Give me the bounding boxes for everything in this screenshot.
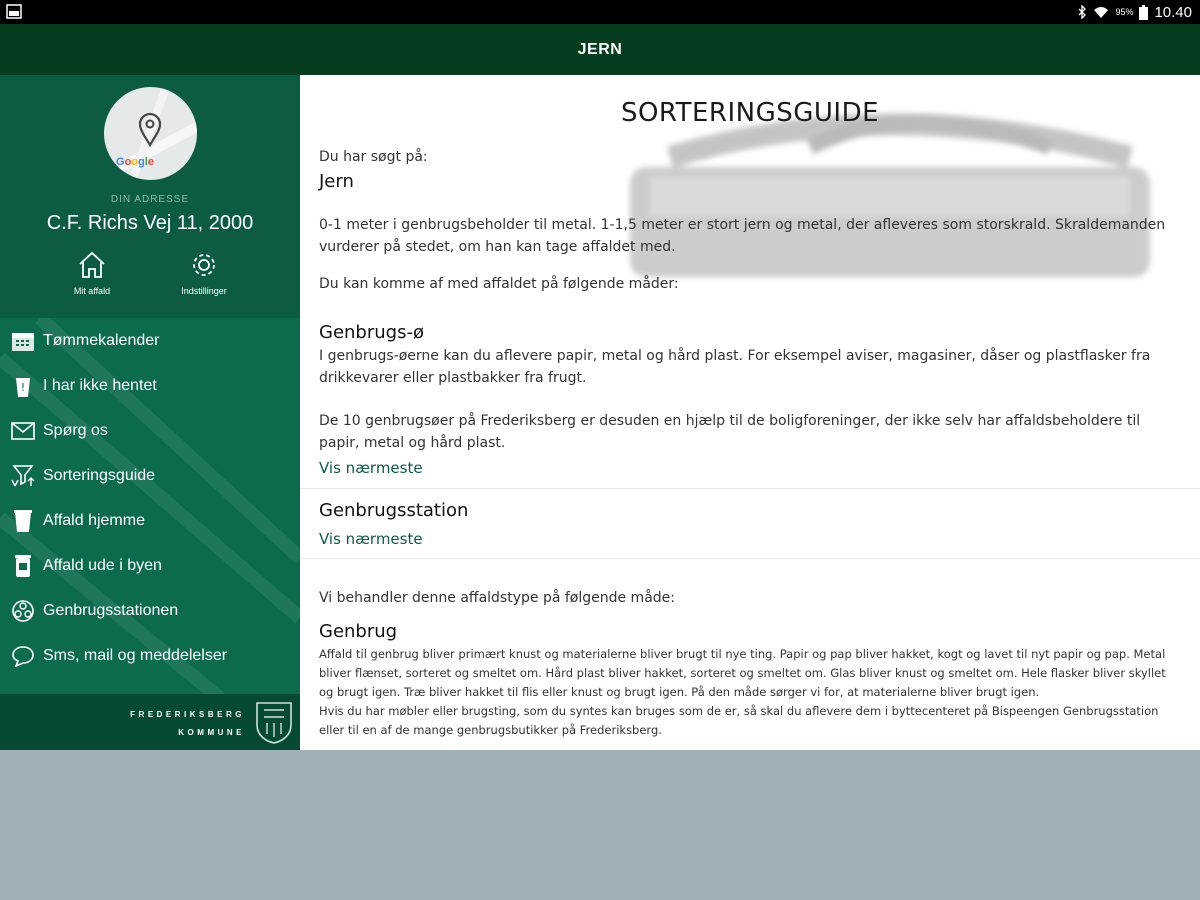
address-value: C.F. Richs Vej 11, 2000 [46, 212, 254, 234]
location-pin-icon [138, 112, 162, 147]
search-value: Jern [319, 171, 354, 192]
navigation-drawer: Google DIN ADRESSE C.F. Richs Vej 11, 20… [0, 75, 300, 750]
menu-item-label: Sorteringsguide [43, 466, 156, 484]
street-bin-icon [10, 554, 36, 578]
battery-percent: 95% [1115, 7, 1134, 17]
clock: 10.40 [1154, 3, 1192, 21]
recycle-icon [10, 599, 36, 623]
menu-item-tommekalender[interactable]: Tømmekalender [0, 318, 300, 363]
section-text: Affald til genbrug bliver primært knust … [319, 645, 1181, 740]
menu-item-label: Affald hjemme [43, 511, 145, 529]
section-title-genbrugsstation: Genbrugsstation [319, 500, 469, 521]
bin-alert-icon: ! [10, 374, 36, 398]
section-title-genbrugs-o: Genbrugs-ø [319, 322, 424, 343]
menu-item-label: Tømmekalender [43, 331, 160, 349]
menu-item-genbrugsstationen[interactable]: Genbrugsstationen [0, 588, 300, 633]
menu-item-sorteringsguide[interactable]: Sorteringsguide [0, 453, 300, 498]
section-text: I genbrugs-øerne kan du aflevere papir, … [319, 348, 1151, 386]
menu-item-affald-ude-i-byen[interactable]: Affald ude i byen [0, 543, 300, 588]
menu-item-affald-hjemme[interactable]: Affald hjemme [0, 498, 300, 543]
mail-icon [10, 419, 36, 443]
menu-item-label: Affald ude i byen [43, 556, 162, 574]
divider [300, 488, 1200, 489]
menu-item-label: Genbrugsstationen [43, 601, 179, 619]
svg-text:!: ! [21, 381, 25, 394]
sorting-icon [10, 464, 36, 488]
address-map[interactable]: Google [104, 87, 197, 180]
menu-item-sms-mail[interactable]: Sms, mail og meddelelser [0, 633, 300, 678]
page-title: JERN [577, 40, 623, 58]
menu-item-i-har-ikke-hentet[interactable]: ! I har ikke hentet [0, 363, 300, 408]
municipality-name-line2: KOMMUNE [178, 728, 245, 737]
screenshot-icon [6, 4, 22, 19]
settings-button[interactable]: Indstillinger [164, 251, 244, 296]
bin-icon [10, 509, 36, 533]
calendar-icon [10, 329, 36, 353]
show-nearest-link[interactable]: Vis nærmeste [319, 459, 423, 477]
address-label: DIN ADRESSE [110, 194, 190, 205]
municipality-crest-icon [256, 702, 292, 744]
app-bar: JERN [0, 24, 1200, 75]
genbrug-paragraph-1: Affald til genbrug bliver primært knust … [319, 647, 1166, 699]
municipality-name-line1: FREDERIKSBERG [130, 710, 245, 719]
section-text: De 10 genbrugsøer på Frederiksberg er de… [319, 413, 1141, 451]
status-icons: 95% 10.40 [1077, 3, 1192, 21]
my-waste-button[interactable]: Mit affald [52, 251, 132, 296]
disposal-intro: Du kan komme af med affaldet på følgende… [319, 276, 679, 292]
content-title: SORTERINGSGUIDE [620, 98, 880, 128]
battery-icon [1139, 4, 1149, 20]
gear-icon [193, 254, 215, 276]
chat-icon [10, 644, 36, 668]
sorting-guide-content: SORTERINGSGUIDE Du har søgt på: Jern 0-1… [300, 75, 1200, 750]
genbrug-paragraph-2: Hvis du har møbler eller brugsting, som … [319, 704, 1159, 737]
menu-item-label: Sms, mail og meddelelser [43, 646, 228, 664]
treatment-intro: Vi behandler denne affaldstype på følgen… [319, 590, 675, 606]
menu-item-label: Spørg os [43, 421, 108, 439]
divider [300, 558, 1200, 559]
google-attribution: Google [116, 156, 154, 168]
section-title-genbrug: Genbrug [319, 621, 398, 642]
municipality-footer: FREDERIKSBERG KOMMUNE [0, 694, 300, 750]
wifi-icon [1094, 6, 1109, 18]
show-nearest-link[interactable]: Vis nærmeste [319, 530, 423, 548]
home-icon [79, 251, 105, 278]
status-bar: 95% 10.40 [0, 0, 1200, 24]
my-waste-label: Mit affald [73, 286, 111, 296]
drawer-menu: Tømmekalender ! I har ikke hentet Spørg … [0, 318, 300, 678]
search-label: Du har søgt på: [319, 149, 428, 165]
settings-label: Indstillinger [181, 286, 227, 296]
item-description: 0-1 meter i genbrugsbeholder til metal. … [319, 217, 1166, 255]
menu-item-sporg-os[interactable]: Spørg os [0, 408, 300, 453]
menu-item-label: I har ikke hentet [43, 376, 157, 394]
bluetooth-icon [1078, 5, 1087, 19]
drawer-header: Google DIN ADRESSE C.F. Richs Vej 11, 20… [0, 75, 300, 318]
